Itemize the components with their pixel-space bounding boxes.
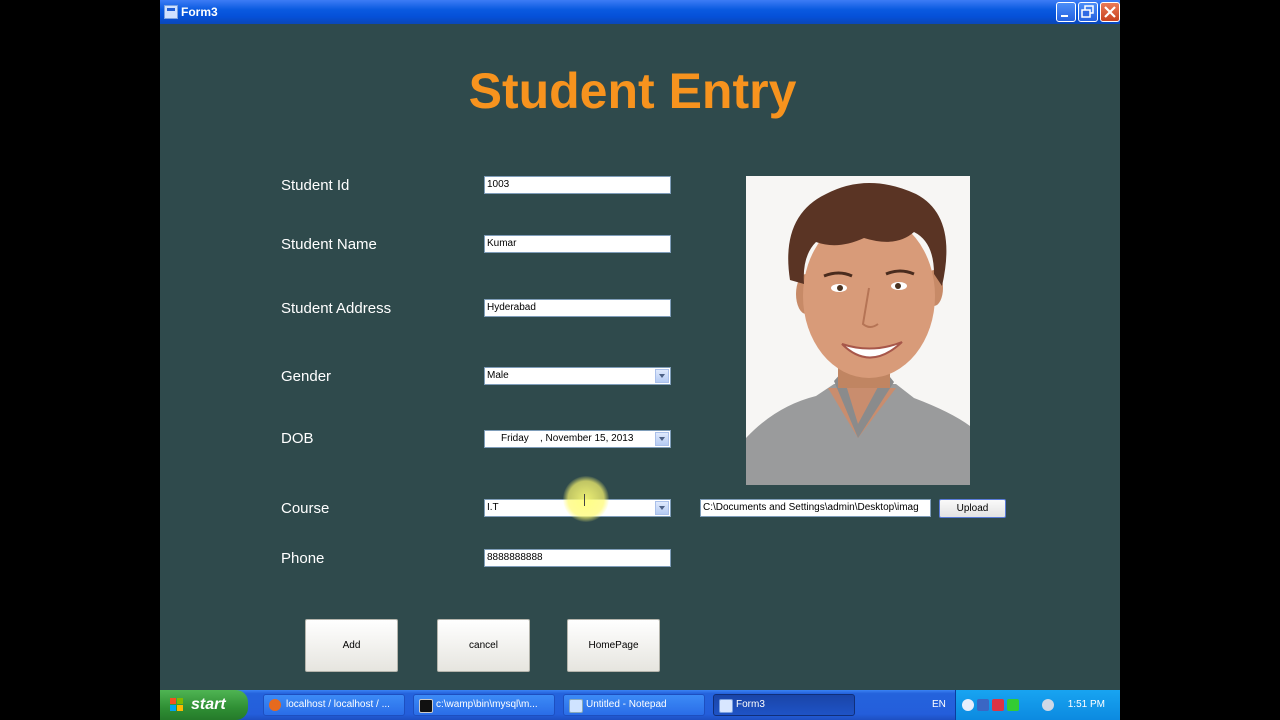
text-cursor-icon	[584, 494, 585, 506]
firefox-icon	[269, 699, 281, 711]
dob-datepicker[interactable]: Friday , November 15, 2013	[484, 430, 671, 448]
phone-input[interactable]: 8888888888	[484, 549, 671, 567]
page-title: Student Entry	[468, 63, 797, 119]
homepage-button[interactable]: HomePage	[567, 619, 660, 672]
student-name-input[interactable]: Kumar	[484, 235, 671, 253]
window-title: Form3	[181, 5, 218, 19]
start-label: start	[191, 696, 226, 713]
clock: 1:51 PM	[1067, 699, 1105, 710]
course-value: I.T	[487, 502, 499, 513]
taskbar-item-notepad[interactable]: Untitled - Notepad	[563, 694, 705, 716]
gender-value: Male	[487, 370, 509, 381]
close-button[interactable]	[1100, 2, 1120, 22]
console-icon	[419, 699, 433, 713]
form-app-icon	[164, 5, 178, 19]
student-id-label: Student Id	[281, 177, 350, 194]
back-arrow-icon[interactable]	[962, 699, 974, 711]
taskbar-item-localhost[interactable]: localhost / localhost / ...	[263, 694, 405, 716]
phone-label: Phone	[281, 550, 325, 567]
windows-logo-icon	[170, 698, 184, 712]
chevron-down-icon[interactable]	[655, 501, 669, 515]
add-button[interactable]: Add	[305, 619, 398, 672]
taskbar-item-label: localhost / localhost / ...	[286, 699, 390, 710]
minimize-button[interactable]	[1056, 2, 1076, 22]
language-indicator[interactable]: EN	[932, 699, 946, 710]
close-icon	[1104, 6, 1116, 18]
system-tray: 1:51 PM	[955, 690, 1120, 720]
dob-date: , November 15, 2013	[540, 433, 634, 444]
taskbar-item-label: c:\wamp\bin\mysql\m...	[436, 699, 538, 710]
form-icon	[719, 699, 733, 713]
taskbar-item-form3[interactable]: Form3	[713, 694, 855, 716]
student-address-input[interactable]: Hyderabad	[484, 299, 671, 317]
calendar-dropdown-icon[interactable]	[655, 432, 669, 446]
student-entry-form: Student Entry Student Id 1003 Student Na…	[160, 24, 1120, 691]
notepad-icon	[569, 699, 583, 713]
student-address-label: Student Address	[281, 300, 392, 317]
restore-button[interactable]	[1078, 2, 1098, 22]
wamp-icon[interactable]	[1007, 699, 1019, 711]
window-titlebar[interactable]: Form3	[160, 0, 1120, 24]
restore-icon	[1081, 5, 1094, 18]
taskbar: start localhost / localhost / ... c:\wam…	[160, 690, 1120, 720]
gender-select[interactable]: Male	[484, 367, 671, 385]
minimize-icon	[1061, 15, 1068, 17]
cursor-highlight	[563, 476, 609, 522]
gender-label: Gender	[281, 368, 332, 385]
dob-label: DOB	[281, 430, 314, 447]
network-icon[interactable]	[977, 699, 989, 711]
speaker-icon[interactable]	[1042, 699, 1054, 711]
student-photo	[746, 176, 970, 485]
taskbar-item-label: Form3	[736, 699, 765, 710]
student-name-label: Student Name	[281, 236, 377, 253]
taskbar-item-console[interactable]: c:\wamp\bin\mysql\m...	[413, 694, 555, 716]
course-label: Course	[281, 500, 330, 517]
student-photo-image	[746, 176, 970, 485]
desktop-screen: Form3 Student Entry Student Id 1003 Stud…	[160, 0, 1120, 720]
image-path-input[interactable]: C:\Documents and Settings\admin\Desktop\…	[700, 499, 931, 517]
start-button[interactable]: start	[160, 690, 248, 720]
upload-button[interactable]: Upload	[939, 499, 1006, 518]
cancel-button[interactable]: cancel	[437, 619, 530, 672]
chevron-down-icon[interactable]	[655, 369, 669, 383]
dob-day: Friday	[501, 433, 529, 444]
student-id-input[interactable]: 1003	[484, 176, 671, 194]
taskbar-item-label: Untitled - Notepad	[586, 699, 667, 710]
security-icon[interactable]	[992, 699, 1004, 711]
